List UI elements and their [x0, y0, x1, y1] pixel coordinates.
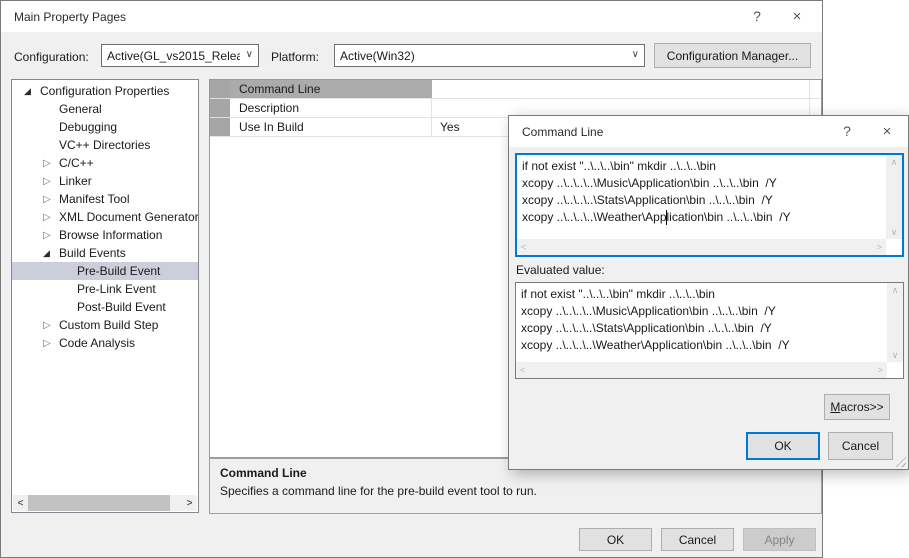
row-gutter	[210, 118, 230, 136]
evaluated-value-textarea[interactable]: if not exist "..\..\..\bin" mkdir ..\..\…	[515, 282, 904, 379]
platform-label: Platform:	[271, 50, 319, 64]
tree-item-post-build-event[interactable]: Post-Build Event	[12, 298, 198, 316]
configuration-manager-button[interactable]: Configuration Manager...	[654, 43, 811, 68]
scroll-down-icon[interactable]: ∨	[891, 225, 898, 239]
command-line-dialog-title: Command Line	[522, 125, 603, 139]
tree-item-label: Linker	[59, 174, 92, 188]
platform-value: Active(Win32)	[340, 49, 415, 63]
vertical-scrollbar[interactable]: ∧ ∨	[887, 283, 903, 362]
ok-button[interactable]: OK	[579, 528, 652, 551]
tree-item-linker[interactable]: ▷Linker	[12, 172, 198, 190]
tree-collapsed-icon[interactable]: ▷	[43, 320, 59, 331]
tree-collapsed-icon[interactable]: ▷	[43, 212, 59, 223]
scroll-down-icon[interactable]: ∨	[892, 348, 899, 362]
tree-item-configuration-properties[interactable]: ◢Configuration Properties	[12, 82, 198, 100]
evaluated-value-text: if not exist "..\..\..\bin" mkdir ..\..\…	[521, 286, 885, 360]
resize-grip-icon[interactable]	[893, 454, 906, 467]
tree-item-code-analysis[interactable]: ▷Code Analysis	[12, 334, 198, 352]
tree-item-label: Code Analysis	[59, 336, 135, 350]
scroll-left-icon[interactable]: <	[521, 240, 526, 254]
command-line-textarea[interactable]: if not exist "..\..\..\bin" mkdir ..\..\…	[515, 153, 904, 257]
horizontal-scrollbar[interactable]: < >	[517, 239, 886, 255]
tree-item-label: C/C++	[59, 156, 94, 170]
property-name: Description	[230, 99, 432, 117]
tree-item-xml-document-generator[interactable]: ▷XML Document Generator	[12, 208, 198, 226]
tree-item-label: Debugging	[59, 120, 117, 134]
row-gutter	[210, 80, 230, 98]
property-name: Command Line	[230, 80, 432, 98]
tree-collapsed-icon[interactable]: ▷	[43, 176, 59, 187]
tree-item-label: Custom Build Step	[59, 318, 158, 332]
tree-item-c-c[interactable]: ▷C/C++	[12, 154, 198, 172]
tree-item-label: Post-Build Event	[77, 300, 166, 314]
help-icon[interactable]: ?	[744, 5, 770, 27]
macros-button[interactable]: Macros>>	[824, 394, 890, 420]
configuration-label: Configuration:	[14, 50, 89, 64]
tree-collapsed-icon[interactable]: ▷	[43, 158, 59, 169]
row-gutter	[210, 99, 230, 117]
tree-item-manifest-tool[interactable]: ▷Manifest Tool	[12, 190, 198, 208]
tree-item-label: Build Events	[59, 246, 126, 260]
macros-button-mnemonic: M	[830, 400, 840, 414]
configuration-tree-panel: ◢Configuration PropertiesGeneralDebuggin…	[11, 79, 199, 513]
tree-item-vc-directories[interactable]: VC++ Directories	[12, 136, 198, 154]
property-row-command-line[interactable]: Command Line	[210, 80, 821, 99]
chevron-down-icon: ∨	[632, 49, 639, 60]
tree-item-label: Manifest Tool	[59, 192, 129, 206]
tree-expanded-icon[interactable]: ◢	[43, 248, 59, 259]
tree-item-build-events[interactable]: ◢Build Events	[12, 244, 198, 262]
platform-combobox[interactable]: Active(Win32) ∨	[334, 44, 645, 67]
scroll-right-icon[interactable]: >	[182, 498, 197, 509]
scroll-left-icon[interactable]: <	[13, 498, 28, 509]
evaluated-value-label: Evaluated value:	[516, 263, 605, 277]
chevron-down-icon: ∨	[246, 49, 253, 60]
main-dialog-title: Main Property Pages	[14, 10, 126, 24]
tree-item-label: General	[59, 102, 102, 116]
command-line-dialog: Command Line ? × if not exist "..\..\..\…	[508, 115, 909, 470]
command-line-text: if not exist "..\..\..\bin" mkdir ..\..\…	[522, 158, 884, 237]
close-icon[interactable]: ×	[874, 120, 900, 142]
scrollbar-thumb[interactable]	[28, 495, 170, 511]
help-icon[interactable]: ?	[834, 120, 860, 142]
horizontal-scrollbar[interactable]: < >	[516, 362, 887, 378]
tree-item-pre-build-event[interactable]: Pre-Build Event	[12, 262, 198, 280]
vertical-scrollbar[interactable]: ∧ ∨	[886, 155, 902, 239]
tree-item-general[interactable]: General	[12, 100, 198, 118]
property-value[interactable]	[432, 80, 810, 98]
tree-expanded-icon[interactable]: ◢	[24, 86, 40, 97]
cancel-button[interactable]: Cancel	[661, 528, 734, 551]
property-name: Use In Build	[230, 118, 432, 136]
tree-item-label: Configuration Properties	[40, 84, 169, 98]
configuration-tree: ◢Configuration PropertiesGeneralDebuggin…	[12, 82, 198, 352]
tree-collapsed-icon[interactable]: ▷	[43, 194, 59, 205]
tree-collapsed-icon[interactable]: ▷	[43, 230, 59, 241]
tree-collapsed-icon[interactable]: ▷	[43, 338, 59, 349]
tree-item-label: Browse Information	[59, 228, 162, 242]
tree-horizontal-scrollbar[interactable]: < >	[13, 495, 197, 511]
scroll-up-icon[interactable]: ∧	[892, 283, 899, 297]
tree-item-pre-link-event[interactable]: Pre-Link Event	[12, 280, 198, 298]
scroll-up-icon[interactable]: ∧	[891, 155, 898, 169]
apply-button: Apply	[743, 528, 816, 551]
configuration-value: Active(GL_vs2015_Release	[107, 49, 240, 63]
macros-button-label: acros>>	[840, 400, 883, 414]
configuration-combobox[interactable]: Active(GL_vs2015_Release ∨	[101, 44, 259, 67]
scroll-right-icon[interactable]: >	[878, 363, 883, 377]
tree-item-debugging[interactable]: Debugging	[12, 118, 198, 136]
tree-item-label: Pre-Link Event	[77, 282, 156, 296]
tree-item-custom-build-step[interactable]: ▷Custom Build Step	[12, 316, 198, 334]
main-dialog-titlebar[interactable]: Main Property Pages	[1, 1, 822, 32]
tree-item-browse-information[interactable]: ▷Browse Information	[12, 226, 198, 244]
scroll-right-icon[interactable]: >	[877, 240, 882, 254]
tree-item-label: Pre-Build Event	[77, 264, 160, 278]
scroll-left-icon[interactable]: <	[520, 363, 525, 377]
ok-button[interactable]: OK	[746, 432, 820, 460]
cancel-button[interactable]: Cancel	[828, 432, 893, 460]
property-description-text: Specifies a command line for the pre-bui…	[220, 484, 811, 498]
screen: Main Property Pages ? × Configuration: A…	[0, 0, 909, 558]
close-icon[interactable]: ×	[784, 5, 810, 27]
tree-item-label: XML Document Generator	[59, 210, 199, 224]
text-caret	[666, 210, 667, 225]
tree-item-label: VC++ Directories	[59, 138, 150, 152]
